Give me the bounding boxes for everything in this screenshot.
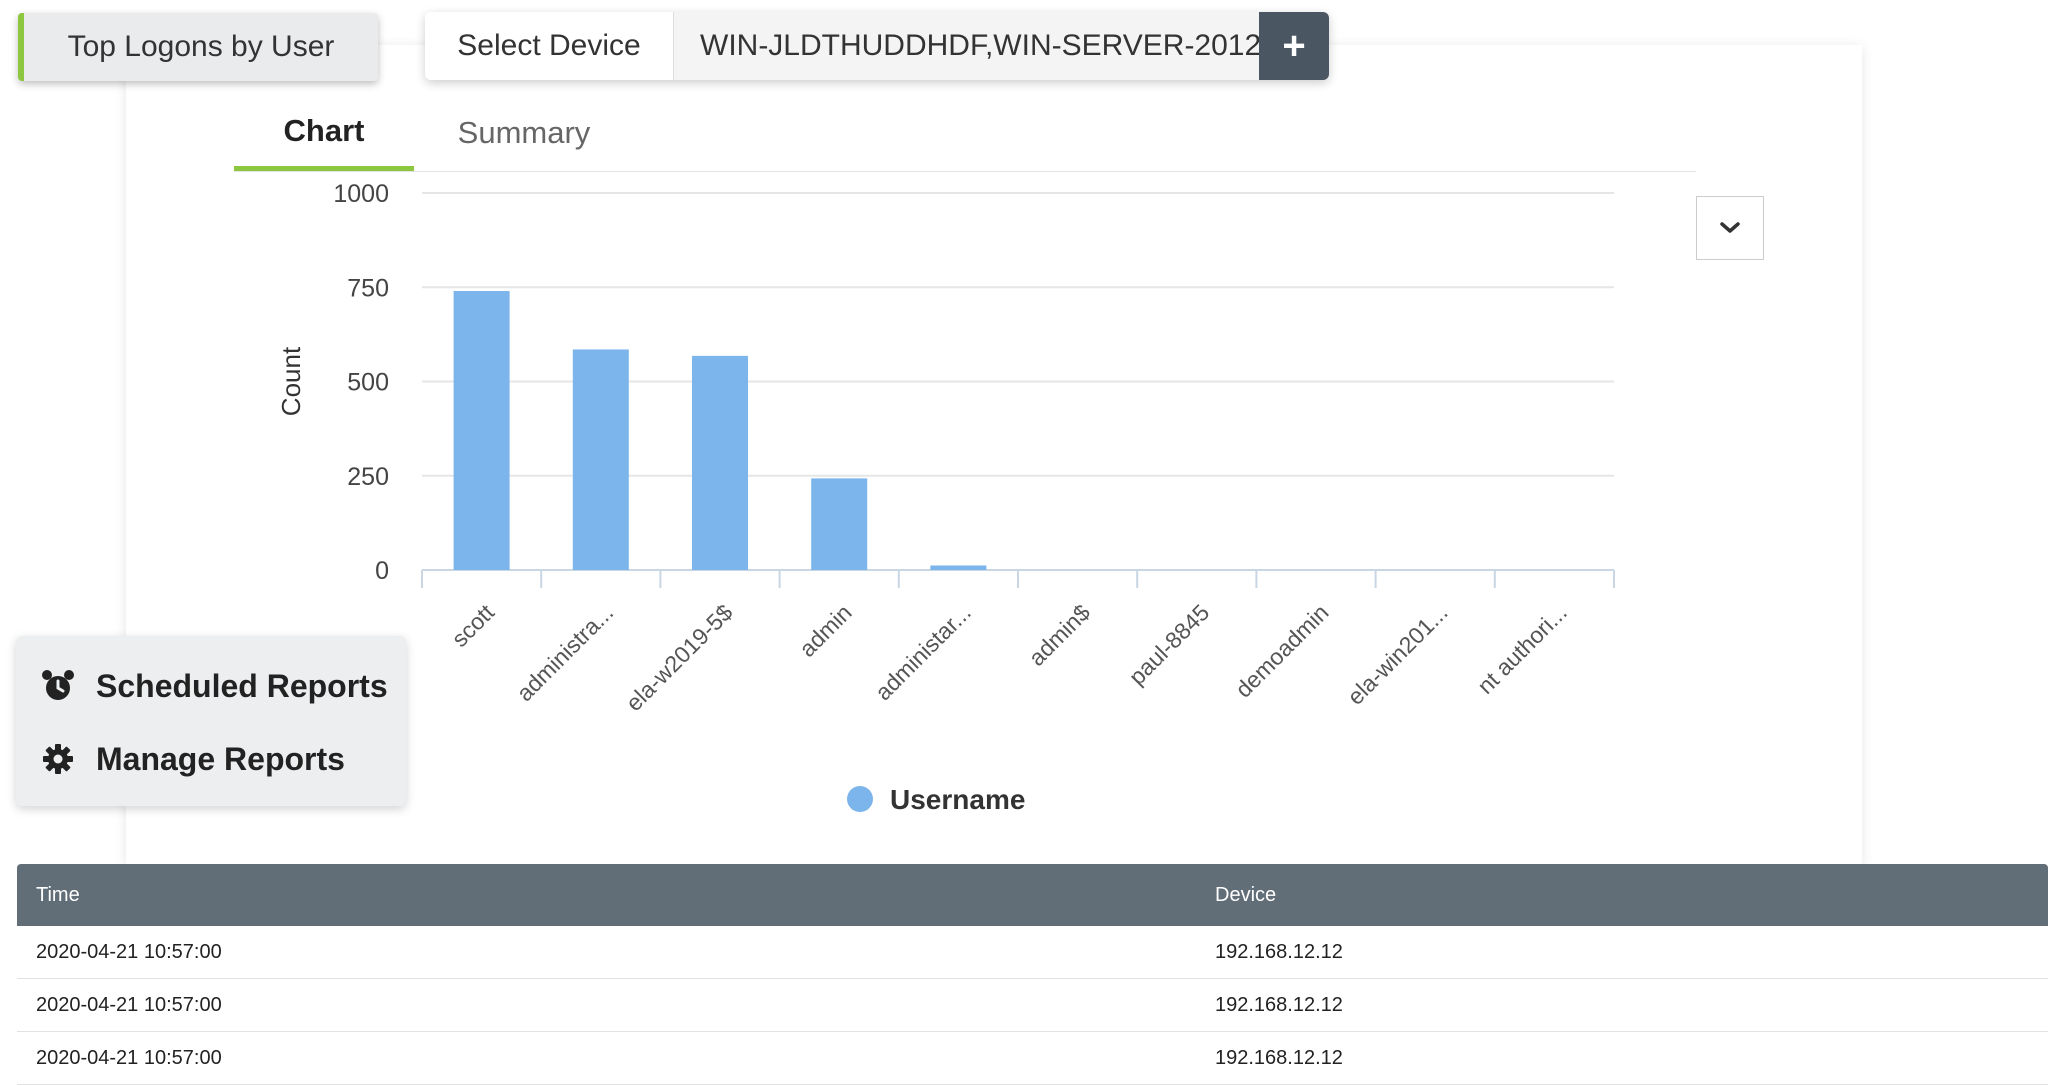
alarm-clock-icon: [38, 666, 78, 706]
gear-icon: [38, 739, 78, 779]
cell-time: 2020-04-21 10:57:00: [36, 1046, 222, 1069]
reports-panel: Scheduled Reports Manage Reports: [16, 636, 406, 806]
x-tick-label: nt authori...: [1472, 599, 1572, 699]
x-tick-label: administar...: [870, 599, 976, 705]
add-device-button[interactable]: +: [1259, 12, 1329, 80]
x-tick-label: demoadmin: [1230, 599, 1333, 702]
chevron-down-icon: [1720, 222, 1740, 233]
bar: [692, 355, 748, 570]
cell-device: 192.168.12.12: [1215, 1046, 1343, 1069]
cell-time: 2020-04-21 10:57:00: [36, 940, 222, 963]
y-tick-label: 250: [347, 463, 389, 491]
table-row[interactable]: 2020-04-21 10:57:00 192.168.12.12: [17, 926, 2048, 979]
bar: [811, 478, 868, 570]
column-header-device[interactable]: Device: [1215, 884, 2048, 907]
scheduled-reports-label: Scheduled Reports: [96, 667, 388, 704]
y-tick-label: 500: [347, 369, 389, 397]
cell-device: 192.168.12.12: [1215, 940, 1343, 963]
table-row[interactable]: 2020-04-21 10:57:00 192.168.12.12: [17, 1032, 2048, 1085]
chart-options-button[interactable]: [1696, 196, 1764, 260]
cell-device: 192.168.12.12: [1215, 993, 1343, 1016]
table-row[interactable]: 2020-04-21 10:57:00 192.168.12.12: [17, 979, 2048, 1032]
cell-time: 2020-04-21 10:57:00: [36, 993, 222, 1016]
x-tick-label: scott: [446, 599, 499, 652]
tab-summary[interactable]: Summary: [434, 95, 614, 171]
column-header-time[interactable]: Time: [17, 884, 1215, 907]
x-tick-label: administra...: [511, 599, 618, 706]
bar: [572, 349, 629, 570]
y-tick-label: 1000: [333, 180, 389, 208]
x-tick-label: admin: [794, 599, 857, 662]
plus-icon: +: [1282, 23, 1306, 68]
y-tick-label: 0: [375, 557, 389, 585]
x-tick-label: paul-8845: [1124, 599, 1215, 690]
device-selector: Select Device WIN-JLDTHUDDHDF,WIN-SERVER…: [425, 12, 1329, 80]
legend-marker: [847, 786, 873, 812]
y-axis-label: Count: [276, 346, 306, 416]
device-selection-field[interactable]: WIN-JLDTHUDDHDF,WIN-SERVER-2012: [674, 12, 1259, 80]
select-device-label: Select Device: [425, 12, 674, 80]
bar: [930, 565, 987, 570]
report-title-label: Top Logons by User: [67, 30, 335, 63]
logon-table: Time Device 2020-04-21 10:57:00 192.168.…: [17, 864, 2048, 1085]
legend-label: Username: [890, 784, 1025, 815]
bar-chart: 02505007501000Countscott administra... ela…: [276, 180, 1615, 815]
manage-reports-link[interactable]: Manage Reports: [38, 739, 345, 779]
x-tick-label: ela-w2019-5$: [621, 599, 738, 716]
tab-chart[interactable]: Chart: [234, 95, 414, 171]
x-tick-label: ela-win201...: [1342, 599, 1453, 710]
x-tick-label: admin$: [1023, 599, 1095, 671]
scheduled-reports-link[interactable]: Scheduled Reports: [38, 666, 388, 706]
bar: [453, 291, 510, 570]
y-tick-label: 750: [347, 274, 389, 302]
manage-reports-label: Manage Reports: [96, 740, 345, 777]
table-header: Time Device: [17, 864, 2048, 926]
report-tabs: Chart Summary: [234, 95, 1696, 172]
report-title-button[interactable]: Top Logons by User: [18, 13, 378, 81]
